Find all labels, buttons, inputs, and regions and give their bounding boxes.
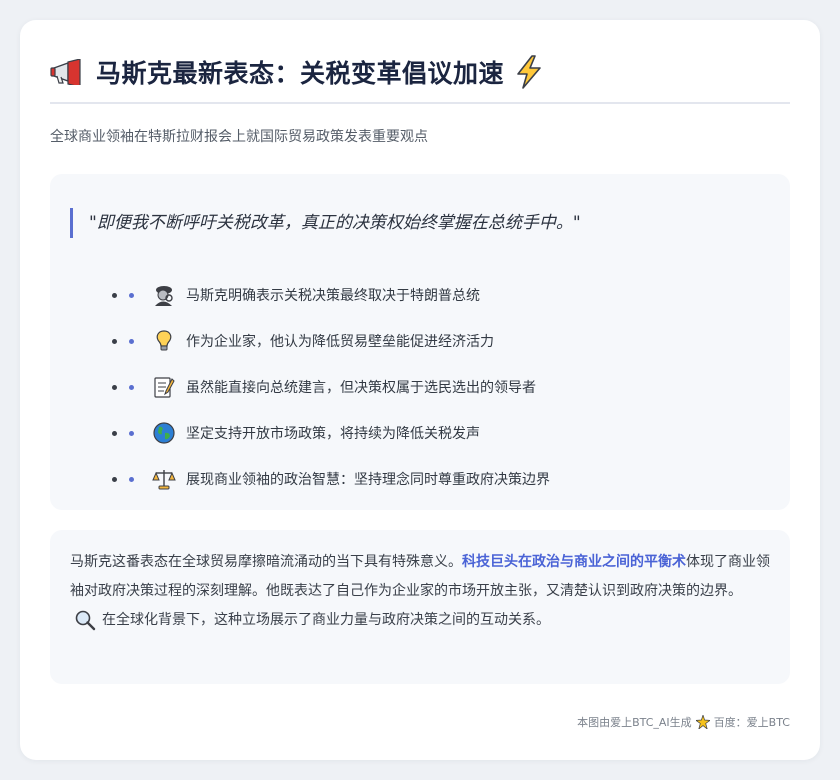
footer-credit: 本图由爱上BTC_AI生成 百度：爱上BTC (577, 714, 790, 730)
list-item-text: 坚定支持开放市场政策，将持续为降低关税发声 (186, 426, 480, 442)
paragraph-highlight: 科技巨头在政治与商业之间的平衡术 (462, 554, 686, 570)
memo-icon (152, 375, 176, 399)
footer-source-text: 百度：爱上BTC (713, 716, 790, 729)
list-item-text: 作为企业家，他认为降低贸易壁垒能促进经济活力 (186, 334, 494, 350)
page-title: 马斯克最新表态：关税变革倡议加速 (96, 59, 505, 88)
list-item: 展现商业领袖的政治智慧：坚持理念同时尊重政府决策边界 (112, 456, 550, 502)
bullet-accent-dot (129, 430, 134, 436)
list-item: 虽然能直接向总统建言，但决策权属于选民选出的领导者 (112, 364, 550, 410)
megaphone-icon (50, 59, 84, 85)
list-item: 马斯克明确表示关税决策最终取决于特朗普总统 (112, 272, 550, 318)
points-list: 马斯克明确表示关税决策最终取决于特朗普总统 作为企业家，他认为降低贸易壁垒能促进… (112, 272, 550, 502)
analysis-paragraph: 马斯克这番表态在全球贸易摩擦暗流涌动的当下具有特殊意义。科技巨头在政治与商业之间… (70, 548, 770, 635)
bullet-accent-dot (129, 292, 134, 298)
light-bulb-icon (152, 329, 176, 353)
bullet-dot (112, 430, 117, 436)
bullet-dot (112, 476, 117, 482)
detective-icon (152, 283, 176, 307)
bullet-accent-dot (129, 476, 134, 482)
list-item-text: 马斯克明确表示关税决策最终取决于特朗普总统 (186, 288, 480, 304)
high-voltage-icon (514, 55, 544, 89)
list-item-text: 展现商业领袖的政治智慧：坚持理念同时尊重政府决策边界 (186, 472, 550, 488)
bullet-accent-dot (129, 384, 134, 390)
bullet-accent-dot (129, 338, 134, 344)
paragraph-part1: 马斯克这番表态在全球贸易摩擦暗流涌动的当下具有特殊意义。 (70, 554, 462, 570)
quote-text: "即便我不断呼吁关税改革，真正的决策权始终掌握在总统手中。" (70, 208, 581, 238)
paragraph-part3: 在全球化背景下，这种立场展示了商业力量与政府决策之间的互动关系。 (102, 612, 550, 628)
globe-icon (152, 421, 176, 445)
header: 马斯克最新表态：关税变革倡议加速 (50, 54, 790, 90)
subtitle: 全球商业领袖在特斯拉财报会上就国际贸易政策发表重要观点 (50, 129, 428, 145)
bullet-dot (112, 338, 117, 344)
quote-panel: "即便我不断呼吁关税改革，真正的决策权始终掌握在总统手中。" 马斯克明确表示关税… (50, 174, 790, 510)
content-card: 马斯克最新表态：关税变革倡议加速 全球商业领袖在特斯拉财报会上就国际贸易政策发表… (20, 20, 820, 760)
bullet-dot (112, 292, 117, 298)
bullet-dot (112, 384, 117, 390)
list-item: 坚定支持开放市场政策，将持续为降低关税发声 (112, 410, 550, 456)
list-item-text: 虽然能直接向总统建言，但决策权属于选民选出的领导者 (186, 380, 536, 396)
list-item: 作为企业家，他认为降低贸易壁垒能促进经济活力 (112, 318, 550, 364)
footer-generated-text: 本图由爱上BTC_AI生成 (577, 716, 692, 729)
magnifying-glass-icon (74, 609, 96, 631)
title-divider (50, 102, 790, 104)
analysis-panel: 马斯克这番表态在全球贸易摩擦暗流涌动的当下具有特殊意义。科技巨头在政治与商业之间… (50, 530, 790, 684)
balance-scale-icon (152, 467, 176, 491)
sparkle-star-icon (695, 715, 710, 729)
